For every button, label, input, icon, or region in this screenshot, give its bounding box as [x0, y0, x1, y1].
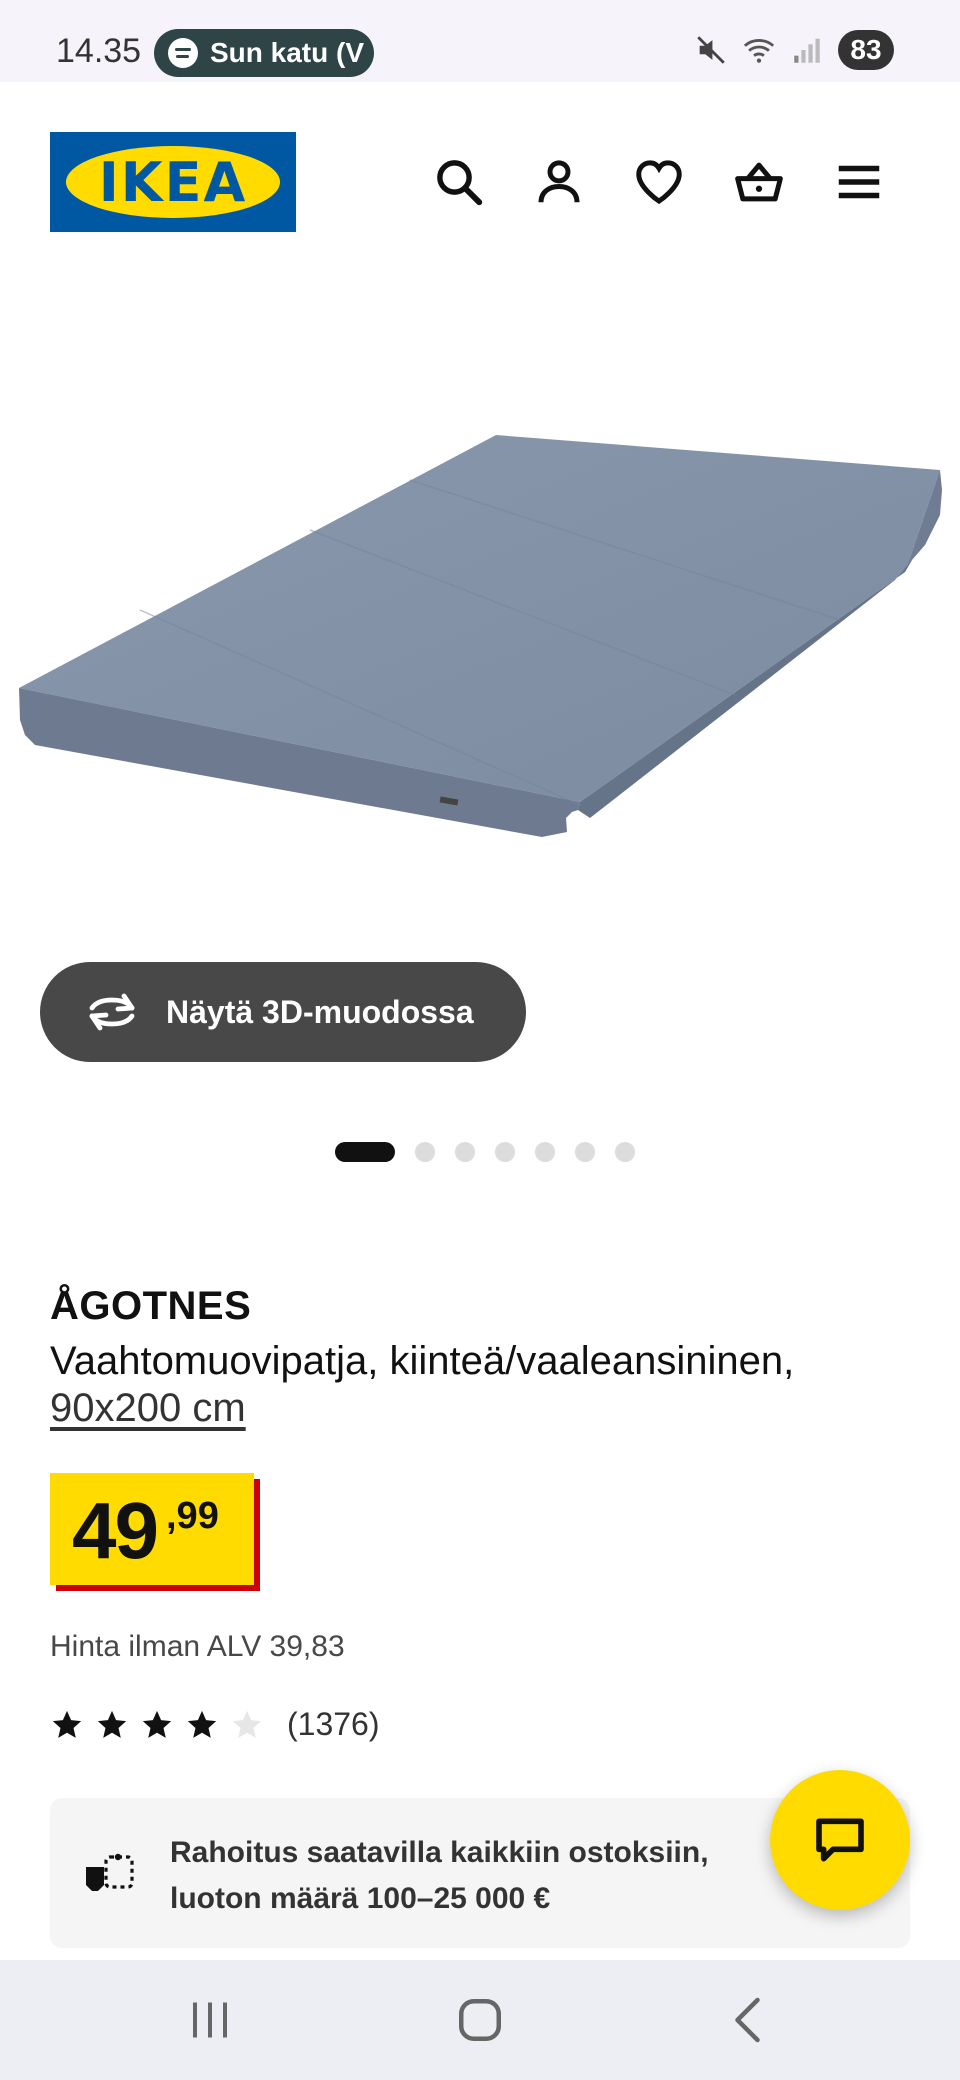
logo-text: IKEA [98, 150, 248, 214]
status-bar: 14.35 Sun katu (V 83 [0, 0, 960, 82]
star-filled-icon [187, 1710, 217, 1738]
product-description: Vaahtomuovipatja, kiinteä/vaaleansininen… [50, 1339, 795, 1383]
chat-button[interactable] [770, 1770, 910, 1910]
gallery-dot-2[interactable] [415, 1142, 435, 1162]
star-filled-icon [97, 1710, 127, 1738]
logo-oval: IKEA [66, 146, 280, 218]
financing-line-2: luoton määrä 100–25 000 € [170, 1882, 551, 1915]
system-navigation-bar [0, 1960, 960, 2080]
view-3d-button[interactable]: Näytä 3D-muodossa [40, 962, 526, 1062]
spotify-icon [168, 38, 198, 68]
product-size-link[interactable]: 90x200 cm [50, 1386, 246, 1431]
price-without-vat: Hinta ilman ALV 39,83 [50, 1630, 345, 1663]
gallery-dot-4[interactable] [495, 1142, 515, 1162]
product-name: ÅGOTNES [50, 1284, 252, 1328]
status-time: 14.35 [56, 32, 142, 70]
media-notification-pill[interactable]: Sun katu (V [154, 29, 374, 77]
menu-icon[interactable] [832, 155, 886, 209]
status-icons: 83 [694, 30, 894, 70]
battery-icon: 83 [838, 30, 894, 70]
ikea-logo[interactable]: IKEA [50, 132, 296, 232]
site-header: IKEA [0, 82, 960, 282]
price-decimal: ,99 [166, 1495, 219, 1537]
gallery-dot-7[interactable] [615, 1142, 635, 1162]
view-3d-label: Näytä 3D-muodossa [166, 993, 474, 1030]
recent-apps-icon[interactable] [180, 1990, 240, 2050]
wifi-icon [743, 39, 775, 63]
price-integer: 49 [72, 1486, 159, 1575]
gallery-dot-3[interactable] [455, 1142, 475, 1162]
cart-icon[interactable] [732, 155, 786, 209]
signal-icon [794, 38, 820, 63]
gallery-pagination [0, 1142, 960, 1162]
rotate-3d-icon [89, 993, 135, 1031]
rating[interactable]: (1376) [50, 1706, 380, 1743]
star-filled-icon [52, 1710, 82, 1738]
favorites-icon[interactable] [632, 155, 686, 209]
star-empty-icon [232, 1710, 262, 1738]
star-filled-icon [142, 1710, 172, 1738]
account-icon[interactable] [532, 155, 586, 209]
search-icon[interactable] [432, 155, 486, 209]
media-text: Sun katu (V [210, 37, 365, 68]
mute-icon [697, 36, 725, 64]
price-tag: 49 ,99 [50, 1473, 254, 1585]
review-count: (1376) [287, 1706, 380, 1742]
financing-icon [86, 1853, 134, 1891]
back-icon[interactable] [720, 1990, 780, 2050]
home-icon[interactable] [450, 1990, 510, 2050]
gallery-dot-6[interactable] [575, 1142, 595, 1162]
financing-line-1: Rahoitus saatavilla kaikkiin ostoksiin, [170, 1836, 709, 1869]
gallery-dot-1[interactable] [335, 1142, 395, 1162]
gallery-dot-5[interactable] [535, 1142, 555, 1162]
chat-icon [816, 1818, 864, 1862]
product-image[interactable] [0, 290, 960, 930]
financing-text: Rahoitus saatavilla kaikkiin ostoksiin, … [170, 1830, 709, 1922]
